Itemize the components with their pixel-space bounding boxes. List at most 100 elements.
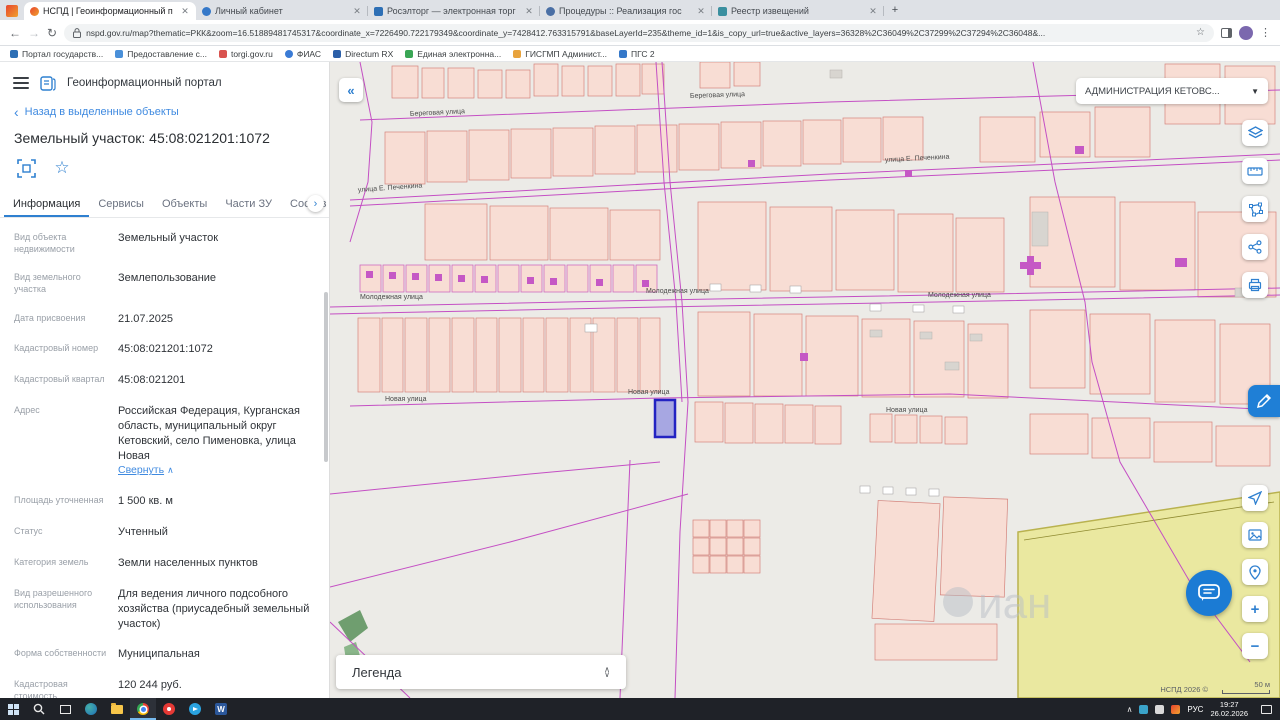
tab-close-icon[interactable]: ✕ [352,6,362,17]
browser-tab-cabinet[interactable]: Личный кабинет ✕ [196,2,368,20]
chevron-left-icon: ‹ [14,107,19,117]
browser-app-button[interactable] [130,698,156,720]
zoom-out-button[interactable]: − [1242,633,1268,659]
chat-icon [1198,584,1220,602]
polygon-select-button[interactable] [1242,196,1268,222]
panel-scrollbar[interactable] [324,292,328,462]
measure-button[interactable] [1242,158,1268,184]
chevron-right-icon: › [314,198,318,210]
bookmark-star-icon[interactable]: ☆ [1196,27,1205,38]
collapse-address-link[interactable]: Свернуть [118,464,164,476]
basemap-canvas[interactable]: иан Береговая улица Береговая улица улиц… [330,62,1280,698]
bookmark-favicon-icon [219,50,227,58]
field-row: Кадастровая стоимость120 244 руб. [0,670,329,698]
refresh-icon[interactable]: ↻ [47,27,57,39]
pin-button[interactable] [1242,559,1268,585]
bookmark-favicon-icon [333,50,341,58]
field-row: Вид земельного участкаЗемлепользование [0,263,329,303]
map-attribution: НСПД 2026 © 50 м [1160,680,1270,694]
show-on-map-button[interactable] [14,156,38,180]
print-button[interactable] [1242,272,1268,298]
notification-center-icon[interactable] [1261,705,1272,714]
browser-tab-procedures[interactable]: Процедуры :: Реализация гос ✕ [540,2,712,20]
tab-objects[interactable]: Объекты [153,190,216,217]
tab-information[interactable]: Информация [4,190,89,217]
cadastral-map[interactable]: иан Береговая улица Береговая улица улиц… [330,62,1280,698]
layers-button[interactable] [1242,120,1268,146]
tab-close-icon[interactable]: ✕ [868,6,878,17]
start-button[interactable] [0,698,26,720]
bookmark-item[interactable]: Портал государств... [10,49,103,59]
field-row: Вид объекта недвижимостиЗемельный участо… [0,223,329,263]
search-icon [33,703,45,715]
share-button[interactable] [1242,234,1268,260]
forward-nav-icon[interactable]: → [28,27,40,39]
collapse-panel-button[interactable]: « [339,78,363,102]
administration-dropdown[interactable]: АДМИНИСТРАЦИЯ КЕТОВС... ▼ [1076,78,1268,104]
profile-avatar[interactable] [1239,26,1253,40]
chat-support-button[interactable] [1186,570,1232,616]
bookmark-item[interactable]: ГИСГМП Админист... [513,49,607,59]
street-label: Новая улица [886,407,928,414]
new-tab-button[interactable]: + [886,2,904,18]
basemap-button[interactable] [1242,522,1268,548]
tabs-scroll-button[interactable]: › [307,195,324,212]
word-button[interactable]: W [208,698,234,720]
caret-down-icon: ▼ [1251,87,1259,96]
favorite-button[interactable]: ☆ [50,156,74,180]
selected-parcel[interactable] [655,400,675,437]
language-indicator[interactable]: РУС [1187,705,1203,714]
browser-app-icon [137,703,149,715]
chevron-up-icon: ∧ [167,465,174,475]
tab-close-icon[interactable]: ✕ [180,6,190,17]
locate-button[interactable] [1242,485,1268,511]
browser-menu-icon[interactable]: ⋮ [1260,26,1271,39]
share-icon [1248,240,1262,254]
tray-chevron-icon[interactable]: ∧ [1127,705,1133,714]
search-button[interactable] [26,698,52,720]
ruler-icon [1247,165,1263,177]
draw-tool-button[interactable] [1248,385,1280,417]
browser-tab-roseltorg[interactable]: Росэлторг — электронная торг ✕ [368,2,540,20]
tray-icon[interactable] [1171,705,1180,714]
tab-close-icon[interactable]: ✕ [524,6,534,17]
menu-hamburger-icon[interactable] [13,77,29,89]
bookmark-item[interactable]: Directum RX [333,49,393,59]
bookmark-item[interactable]: torgi.gov.ru [219,49,273,59]
legend-panel[interactable]: Легенда ∧∨ [336,655,626,689]
star-icon: ☆ [54,158,69,178]
pin-icon [1249,565,1261,580]
browser-tab-registry[interactable]: Реестр извещений ✕ [712,2,884,20]
file-explorer-button[interactable] [104,698,130,720]
bookmark-item[interactable]: Предоставление с... [115,49,207,59]
tab-parcel-parts[interactable]: Части ЗУ [216,190,281,217]
scale-bar [1222,690,1270,694]
tab-services[interactable]: Сервисы [89,190,153,217]
portal-logo-icon [40,75,56,91]
screen: НСПД | Геоинформационный п ✕ Личный каби… [0,0,1280,720]
field-row-address: Адрес Российская Федерация, Курганская о… [0,396,329,486]
telegram-button[interactable] [182,698,208,720]
back-to-selected-link[interactable]: ‹ Назад в выделенные объекты [0,100,329,120]
location-arrow-icon [1248,491,1262,505]
field-row: Категория земельЗемли населенных пунктов [0,548,329,579]
bookmark-item[interactable]: Единая электронна... [405,49,501,59]
yandex-browser-icon [163,703,175,715]
side-panel-icon[interactable] [1221,28,1232,38]
back-nav-icon[interactable]: ← [9,27,21,39]
folder-icon [111,705,123,714]
bookmark-item[interactable]: ФИАС [285,49,321,59]
show-on-map-icon [17,159,36,178]
legend-expander-icon[interactable]: ∧∨ [604,667,610,677]
yandex-browser-button[interactable] [156,698,182,720]
tray-icon[interactable] [1155,705,1164,714]
task-view-button[interactable] [52,698,78,720]
tray-icon[interactable] [1139,705,1148,714]
clock[interactable]: 19:27 26.02.2026 [1210,700,1248,719]
zoom-in-button[interactable]: + [1242,596,1268,622]
bookmark-item[interactable]: ПГС 2 [619,49,655,59]
browser-tab-nspd[interactable]: НСПД | Геоинформационный п ✕ [24,2,196,20]
edge-app-button[interactable] [78,698,104,720]
tab-close-icon[interactable]: ✕ [696,6,706,17]
url-bar[interactable]: nspd.gov.ru/map?thematic=РКК&zoom=16.518… [64,24,1214,42]
